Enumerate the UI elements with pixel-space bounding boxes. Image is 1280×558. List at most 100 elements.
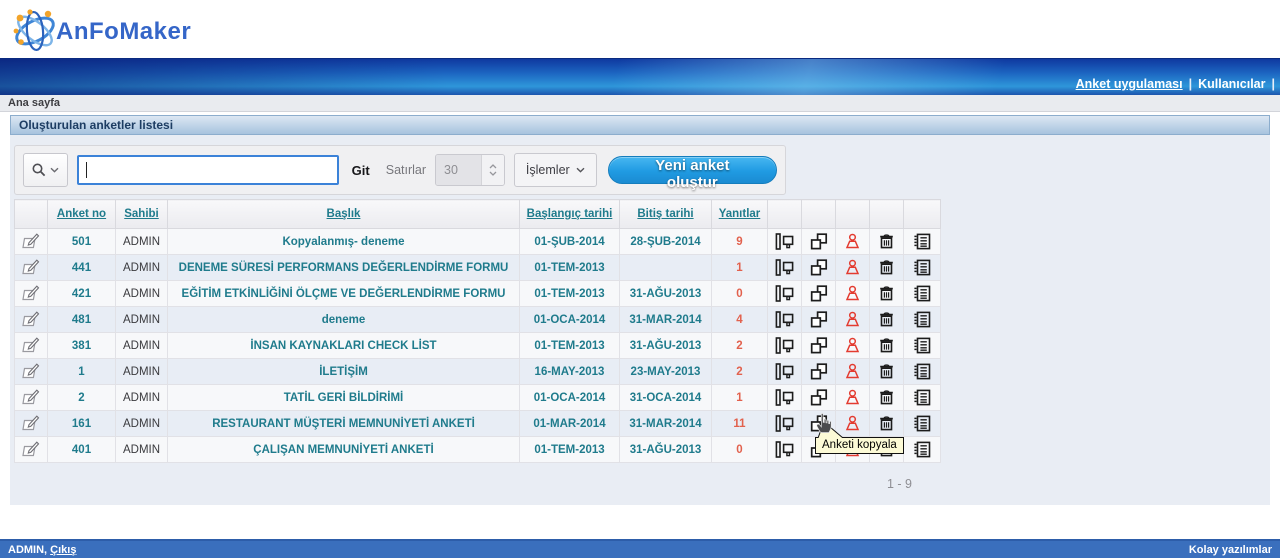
header-details-column (904, 200, 941, 229)
create-survey-button[interactable]: Yeni anket oluştur (608, 156, 777, 184)
header-anket-no[interactable]: Anket no (48, 200, 116, 229)
table-row: 1 ADMIN İLETİŞİM 16-MAY-2013 23-MAY-2013… (15, 359, 941, 385)
report-icon[interactable] (775, 415, 794, 432)
copy-survey-icon[interactable] (810, 389, 828, 406)
details-icon[interactable] (913, 337, 931, 354)
delete-survey-icon[interactable] (878, 285, 895, 302)
copy-survey-icon[interactable] (810, 337, 828, 354)
search-input[interactable] (77, 155, 339, 185)
table-row: 421 ADMIN EĞİTİM ETKİNLİĞİNİ ÖLÇME VE DE… (15, 281, 941, 307)
copy-survey-icon[interactable] (810, 415, 828, 432)
search-options-button[interactable] (23, 153, 68, 187)
participants-icon[interactable] (844, 337, 861, 354)
survey-answer-count: 0 (712, 437, 768, 463)
header-copy-column (802, 200, 836, 229)
table-row: 501 ADMIN Kopyalanmış- deneme 01-ŞUB-201… (15, 229, 941, 255)
delete-survey-icon[interactable] (878, 259, 895, 276)
details-icon[interactable] (913, 233, 931, 250)
copy-survey-icon[interactable] (810, 285, 828, 302)
report-icon[interactable] (775, 337, 794, 354)
copy-survey-icon[interactable] (810, 259, 828, 276)
survey-end-date: 31-AĞU-2013 (620, 333, 712, 359)
participants-icon[interactable] (844, 233, 861, 250)
delete-survey-icon[interactable] (878, 389, 895, 406)
header-baslik[interactable]: Başlık (168, 200, 520, 229)
content-region: Oluşturulan anketler listesi Git Satırla… (10, 115, 1270, 505)
copy-survey-icon[interactable] (810, 311, 828, 328)
details-icon[interactable] (913, 259, 931, 276)
actions-menu-button[interactable]: İşlemler (514, 153, 597, 187)
report-icon[interactable] (775, 259, 794, 276)
survey-owner: ADMIN (116, 281, 168, 307)
delete-survey-icon[interactable] (878, 311, 895, 328)
details-icon[interactable] (913, 389, 931, 406)
survey-title: TATİL GERİ BİLDİRİMİ (168, 385, 520, 411)
edit-survey-icon[interactable] (22, 311, 40, 328)
footer-user: ADMIN, (8, 544, 47, 556)
participants-icon[interactable] (844, 311, 861, 328)
header-bitis-tarihi[interactable]: Bitiş tarihi (620, 200, 712, 229)
survey-no: 1 (48, 359, 116, 385)
report-icon[interactable] (775, 311, 794, 328)
report-icon[interactable] (775, 233, 794, 250)
edit-survey-icon[interactable] (22, 441, 40, 458)
survey-table-wrap: Anket no Sahibi Başlık Başlangıç tarihi … (14, 199, 1270, 491)
participants-icon[interactable] (844, 259, 861, 276)
nav-separator: | (1189, 77, 1193, 91)
go-button[interactable]: Git (348, 163, 374, 178)
edit-survey-icon[interactable] (22, 363, 40, 380)
survey-answer-count: 1 (712, 255, 768, 281)
details-icon[interactable] (913, 311, 931, 328)
header-sahibi[interactable]: Sahibi (116, 200, 168, 229)
rows-select[interactable]: 30 (435, 154, 505, 186)
edit-survey-icon[interactable] (22, 233, 40, 250)
table-row: 381 ADMIN İNSAN KAYNAKLARI CHECK LİST 01… (15, 333, 941, 359)
nav-separator: | (1272, 77, 1276, 91)
delete-survey-icon[interactable] (878, 363, 895, 380)
details-icon[interactable] (913, 441, 931, 458)
survey-end-date: 31-OCA-2014 (620, 385, 712, 411)
survey-title: İNSAN KAYNAKLARI CHECK LİST (168, 333, 520, 359)
delete-survey-icon[interactable] (878, 337, 895, 354)
report-icon[interactable] (775, 441, 794, 458)
edit-survey-icon[interactable] (22, 259, 40, 276)
survey-owner: ADMIN (116, 229, 168, 255)
details-icon[interactable] (913, 285, 931, 302)
table-row: 401 ADMIN ÇALIŞAN MEMNUNİYETİ ANKETİ 01-… (15, 437, 941, 463)
footer-brand: Kolay yazılımlar (1189, 544, 1272, 556)
rows-spinner[interactable] (481, 155, 504, 185)
participants-icon[interactable] (844, 363, 861, 380)
nav-link-kullanicilar[interactable]: Kullanıcılar (1198, 77, 1265, 91)
edit-survey-icon[interactable] (22, 415, 40, 432)
header-report-column (768, 200, 802, 229)
details-icon[interactable] (913, 415, 931, 432)
header-yanitlar[interactable]: Yanıtlar (712, 200, 768, 229)
edit-survey-icon[interactable] (22, 389, 40, 406)
report-icon[interactable] (775, 285, 794, 302)
participants-icon[interactable] (844, 415, 861, 432)
participants-icon[interactable] (844, 389, 861, 406)
report-icon[interactable] (775, 363, 794, 380)
breadcrumb-home[interactable]: Ana sayfa (8, 97, 60, 109)
region-title: Oluşturulan anketler listesi (19, 118, 173, 132)
atom-icon (13, 9, 58, 50)
report-icon[interactable] (775, 389, 794, 406)
survey-table-body: 501 ADMIN Kopyalanmış- deneme 01-ŞUB-201… (15, 229, 941, 463)
nav-link-anket-uygulamasi[interactable]: Anket uygulaması (1076, 77, 1183, 91)
edit-survey-icon[interactable] (22, 285, 40, 302)
logout-link[interactable]: Çıkış (50, 544, 76, 556)
footer-user-area: ADMIN, Çıkış (8, 544, 76, 556)
delete-survey-icon[interactable] (878, 233, 895, 250)
anfomaker-logo[interactable]: AnFoMaker (8, 5, 193, 60)
copy-survey-icon[interactable] (810, 233, 828, 250)
edit-survey-icon[interactable] (22, 337, 40, 354)
participants-icon[interactable] (844, 285, 861, 302)
details-icon[interactable] (913, 363, 931, 380)
delete-survey-icon[interactable] (878, 415, 895, 432)
rows-value: 30 (436, 155, 481, 185)
header-baslangic-tarihi[interactable]: Başlangıç tarihi (520, 200, 620, 229)
survey-no: 401 (48, 437, 116, 463)
survey-no: 381 (48, 333, 116, 359)
copy-survey-icon[interactable] (810, 363, 828, 380)
survey-end-date: 28-ŞUB-2014 (620, 229, 712, 255)
